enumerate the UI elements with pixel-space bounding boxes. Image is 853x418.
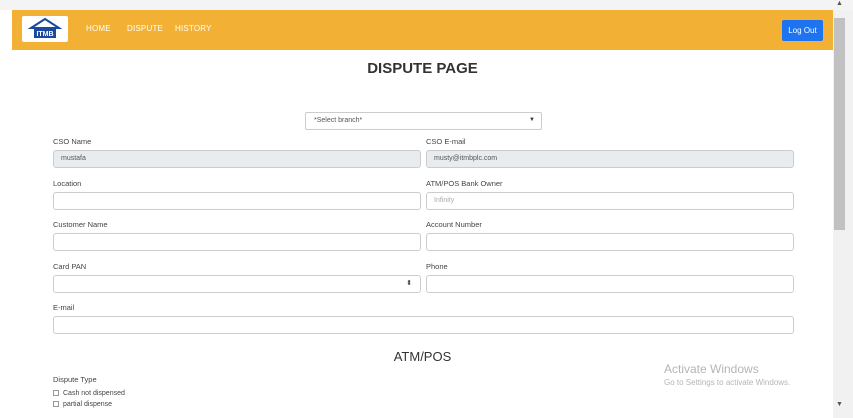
location-field[interactable] [53,192,421,210]
checkbox-icon[interactable] [53,390,59,396]
checkbox-icon[interactable] [53,401,59,407]
nav-history[interactable]: HISTORY [175,24,212,33]
bank-owner-label: ATM/POS Bank Owner [426,179,503,188]
logout-button[interactable]: Log Out [782,20,823,41]
windows-activation-title: Activate Windows [664,362,759,376]
number-spinner-icon[interactable]: ⬍ [406,279,412,287]
customer-name-field[interactable] [53,233,421,251]
bank-owner-field[interactable]: Infinity [426,192,794,210]
cso-name-field[interactable]: mustafa [53,150,421,168]
scroll-up-arrow-icon[interactable]: ▲ [836,0,843,7]
chevron-down-icon: ▼ [529,117,535,123]
option-label: Cash not dispensed [63,390,125,397]
scrollbar-thumb[interactable] [834,18,845,230]
dispute-type-label: Dispute Type [53,375,97,384]
cso-name-label: CSO Name [53,137,92,146]
card-pan-label: Card PAN [53,262,87,271]
itmb-logo[interactable]: ITMB [22,16,68,42]
email-field[interactable] [53,316,794,334]
account-number-label: Account Number [426,220,482,229]
option-label: partial dispense [63,401,113,408]
customer-name-label: Customer Name [53,220,108,229]
location-label: Location [53,179,82,188]
option-cash-not-dispensed[interactable]: Cash not dispensed [53,390,125,397]
branch-select-value: *Select branch* [314,117,363,124]
phone-label: Phone [426,262,448,271]
cso-email-field[interactable]: musty@itmbplc.com [426,150,794,168]
nav-home[interactable]: HOME [86,24,111,33]
phone-field[interactable] [426,275,794,293]
windows-activation-subtitle: Go to Settings to activate Windows. [664,378,791,387]
scroll-down-arrow-icon[interactable]: ▼ [836,401,843,408]
email-label: E-mail [53,303,75,312]
account-number-field[interactable] [426,233,794,251]
page-title: DISPUTE PAGE [367,60,478,77]
nav-dispute[interactable]: DISPUTE [127,24,163,33]
branch-select[interactable]: *Select branch* ▼ [305,112,542,130]
card-pan-field[interactable]: ⬍ [53,275,421,293]
cso-email-label: CSO E-mail [426,137,466,146]
navbar: ITMB HOME DISPUTE HISTORY Log Out [12,10,833,50]
option-partial-dispense[interactable]: partial dispense [53,401,112,408]
logo-text: ITMB [36,31,53,38]
browser-strip [0,0,853,10]
